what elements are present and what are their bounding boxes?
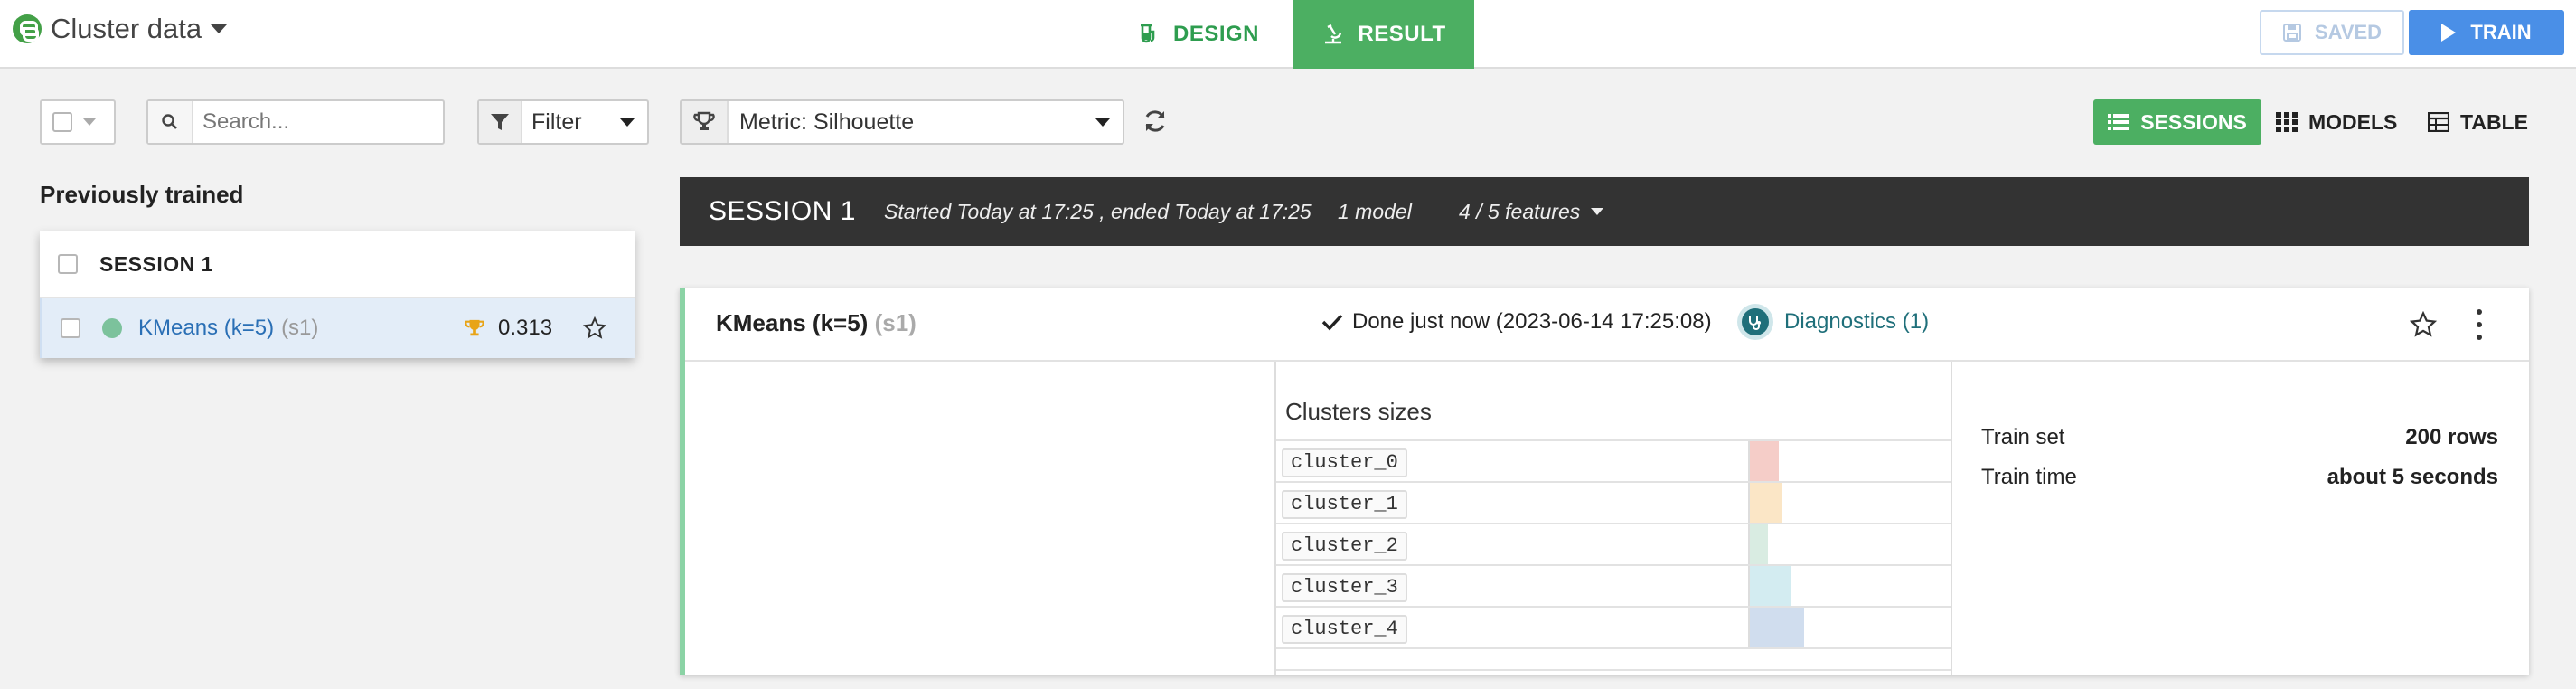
train-set-value: 200 rows <box>2405 425 2498 449</box>
train-button[interactable]: TRAIN <box>2409 10 2564 55</box>
view-sessions-label: SESSIONS <box>2140 109 2247 134</box>
search-icon <box>148 101 193 143</box>
cluster-size-bar <box>1750 524 1768 564</box>
cluster-size-bar <box>1750 566 1791 606</box>
train-label: TRAIN <box>2470 21 2532 43</box>
session-features: 4 / 5 features <box>1459 199 1581 223</box>
cluster-name: cluster_4 <box>1282 615 1407 644</box>
cluster-size-bar <box>1750 608 1804 647</box>
model-card-header: KMeans (k=5) (s1) Done just now (2023-06… <box>685 288 2529 362</box>
trophy-icon <box>465 319 484 336</box>
cluster-row: cluster_3 <box>1276 564 1951 606</box>
cluster-row: cluster_1 <box>1276 481 1951 523</box>
session-checkbox[interactable] <box>58 254 78 274</box>
check-icon <box>1321 314 1343 331</box>
search-input[interactable] <box>193 109 437 135</box>
model-list-item[interactable]: KMeans (k=5) (s1) 0.313 <box>40 298 635 358</box>
model-tag: (s1) <box>281 316 319 340</box>
model-checkbox[interactable] <box>61 318 80 338</box>
tab-design[interactable]: DESIGN <box>1137 0 1293 69</box>
app-title[interactable]: Cluster data <box>13 11 228 47</box>
view-sessions-button[interactable]: SESSIONS <box>2093 99 2261 145</box>
chevron-down-icon <box>211 24 228 33</box>
chevron-down-icon <box>1591 208 1604 215</box>
saved-button[interactable]: SAVED <box>2260 10 2404 55</box>
cluster-name: cluster_1 <box>1282 490 1407 519</box>
chevron-down-icon <box>620 118 635 127</box>
column-divider <box>1951 362 1952 675</box>
select-all-checkbox[interactable] <box>52 112 72 132</box>
diagnostics-label: Diagnostics (1) <box>1784 309 1930 334</box>
cluster-name: cluster_0 <box>1282 448 1407 477</box>
model-card-tag: (s1) <box>874 309 917 336</box>
model-status-text: Done just now (2023-06-14 17:25:08) <box>1352 309 1712 334</box>
cluster-row: cluster_0 <box>1276 439 1951 481</box>
model-card-name: KMeans (k=5) <box>716 309 869 336</box>
python-icon <box>13 14 42 43</box>
analysis-name: Cluster data <box>51 13 202 44</box>
view-table-button[interactable]: TABLE <box>2428 99 2528 145</box>
saved-label: SAVED <box>2314 21 2383 43</box>
filter-icon <box>479 101 522 143</box>
view-table-label: TABLE <box>2460 109 2528 134</box>
metric-label: Metric: Silhouette <box>739 109 915 135</box>
cluster-name: cluster_2 <box>1282 532 1407 561</box>
model-status-dot <box>102 318 122 338</box>
session-list-label: SESSION 1 <box>99 251 213 276</box>
star-icon[interactable] <box>583 316 606 340</box>
model-score: 0.313 <box>498 316 553 340</box>
session-list-header[interactable]: SESSION 1 <box>40 231 635 298</box>
metric-select[interactable]: Metric: Silhouette <box>680 99 1124 145</box>
view-models-label: MODELS <box>2308 109 2398 134</box>
stethoscope-icon <box>1737 304 1773 340</box>
model-card-title[interactable]: KMeans (k=5) (s1) <box>716 309 917 337</box>
chevron-down-icon <box>1095 118 1110 127</box>
save-icon <box>2282 24 2301 42</box>
view-models-button[interactable]: MODELS <box>2276 99 2397 145</box>
tab-result-label: RESULT <box>1358 22 1446 46</box>
session-header: SESSION 1 Started Today at 17:25 , ended… <box>680 177 2529 246</box>
model-status: Done just now (2023-06-14 17:25:08) <box>1321 309 1712 335</box>
more-options-icon[interactable] <box>2475 309 2484 340</box>
train-time-value: about 5 seconds <box>2327 465 2498 489</box>
cluster-size-bar <box>1750 441 1779 481</box>
search-box <box>146 99 445 145</box>
select-all-dropdown[interactable] <box>40 99 116 145</box>
cluster-row: cluster_4 <box>1276 606 1951 647</box>
chevron-down-icon <box>83 118 96 126</box>
session-model-count: 1 model <box>1338 199 1412 223</box>
cluster-name: cluster_3 <box>1282 573 1407 602</box>
table-icon <box>2428 112 2449 132</box>
tab-result[interactable]: RESULT <box>1293 0 1474 69</box>
session-time: Started Today at 17:25 , ended Today at … <box>884 199 1312 223</box>
session-list: SESSION 1 KMeans (k=5) (s1) 0.313 <box>40 231 635 358</box>
model-card: KMeans (k=5) (s1) Done just now (2023-06… <box>680 288 2529 675</box>
clusters-sizes-title: Clusters sizes <box>1285 398 1432 425</box>
filter-label: Filter <box>531 109 582 135</box>
clusters-sizes-table: cluster_0 cluster_1 cluster_2 cluster_3clus… <box>1276 439 1951 671</box>
cluster-size-bar <box>1750 483 1782 523</box>
flask-icon <box>1141 24 1155 43</box>
refresh-icon[interactable] <box>1141 107 1170 136</box>
session-title: SESSION 1 <box>709 196 856 226</box>
model-link[interactable]: KMeans (k=5) <box>138 316 274 341</box>
trophy-icon <box>682 101 729 143</box>
filter-dropdown[interactable]: Filter <box>477 99 649 145</box>
star-icon[interactable] <box>2410 311 2437 338</box>
cluster-row: cluster_2 <box>1276 523 1951 564</box>
tab-design-label: DESIGN <box>1173 22 1260 46</box>
session-features-dropdown[interactable]: 4 / 5 features <box>1459 199 1604 224</box>
train-time-label: Train time <box>1981 465 2077 489</box>
microscope-icon <box>1325 24 1342 44</box>
play-icon <box>2441 24 2457 42</box>
top-bar: Cluster data DESIGN RESULT SAVED TRAIN <box>0 0 2576 69</box>
train-set-label: Train set <box>1981 425 2065 449</box>
list-icon <box>2108 114 2130 130</box>
grid-icon <box>2276 112 2298 132</box>
previously-trained-heading: Previously trained <box>40 181 244 208</box>
cluster-table-footer <box>1276 647 1951 671</box>
diagnostics-link[interactable]: Diagnostics (1) <box>1737 304 1929 340</box>
